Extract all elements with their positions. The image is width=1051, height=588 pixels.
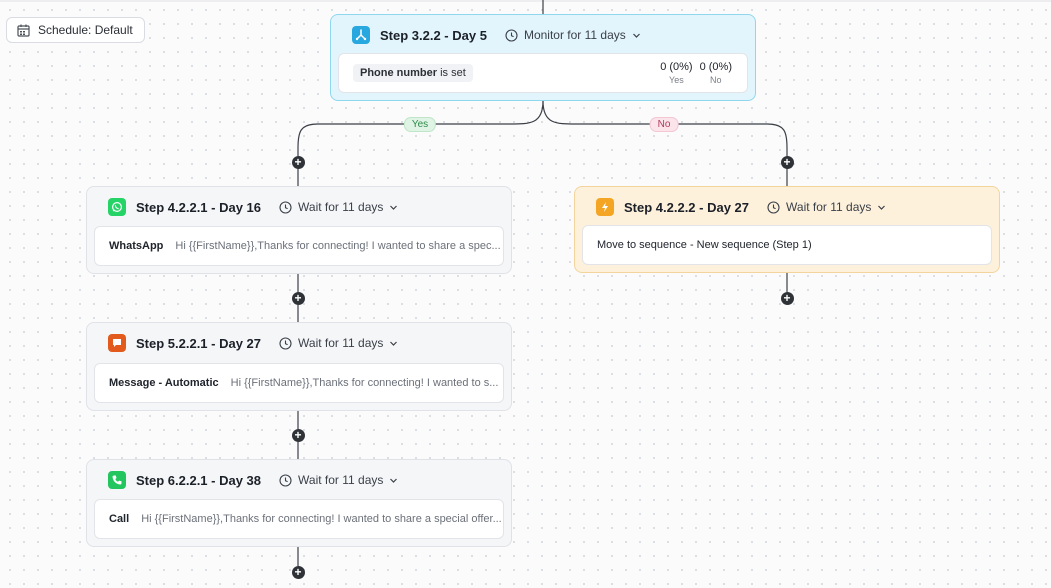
step-body[interactable]: Move to sequence - New sequence (Step 1): [582, 225, 992, 265]
stat-yes: 0 (0%) Yes: [660, 61, 692, 85]
branch-icon: [352, 26, 370, 44]
step-card-message[interactable]: Step 5.2.2.1 - Day 27 Wait for 11 days M…: [86, 322, 512, 411]
condition-stats: 0 (0%) Yes 0 (0%) No: [660, 61, 732, 85]
stat-no-label: No: [710, 75, 722, 85]
step-header: Step 4.2.2.2 - Day 27 Wait for 11 days: [575, 187, 999, 227]
wait-selector[interactable]: Wait for 11 days: [279, 473, 398, 487]
step-body[interactable]: Call Hi {{FirstName}},Thanks for connect…: [94, 499, 504, 539]
step-card-call[interactable]: Step 6.2.2.1 - Day 38 Wait for 11 days C…: [86, 459, 512, 547]
stat-no: 0 (0%) No: [700, 61, 732, 85]
step-title: Step 5.2.2.1 - Day 27: [136, 335, 262, 351]
step-body[interactable]: Message - Automatic Hi {{FirstName}},Tha…: [94, 363, 504, 403]
wait-selector[interactable]: Monitor for 11 days: [505, 28, 641, 42]
step-header: Step 3.2.2 - Day 5 Monitor for 11 days: [331, 15, 755, 55]
stat-no-value: 0 (0%): [699, 61, 732, 73]
clock-icon: [505, 28, 518, 42]
step-message-preview: Hi {{FirstName}},Thanks for connecting! …: [141, 513, 502, 525]
step-card-monitor[interactable]: Step 3.2.2 - Day 5 Monitor for 11 days P…: [330, 14, 756, 101]
wait-selector[interactable]: Wait for 11 days: [767, 200, 886, 214]
message-icon: [108, 334, 126, 352]
lightning-icon: [596, 198, 614, 216]
phone-icon: [108, 471, 126, 489]
condition-body[interactable]: Phone number is set 0 (0%) Yes 0 (0%) No: [338, 53, 748, 93]
clock-icon: [767, 200, 780, 214]
add-step-button[interactable]: +: [291, 565, 305, 579]
condition-chip: Phone number is set: [353, 64, 473, 82]
stat-yes-label: Yes: [669, 75, 684, 85]
step-title: Step 6.2.2.1 - Day 38: [136, 472, 262, 488]
step-header: Step 5.2.2.1 - Day 27 Wait for 11 days: [87, 323, 511, 363]
wait-selector[interactable]: Wait for 11 days: [279, 336, 398, 350]
add-step-button[interactable]: +: [291, 428, 305, 442]
chevron-down-icon: [632, 31, 641, 40]
wait-label: Wait for 11 days: [298, 473, 384, 487]
clock-icon: [279, 336, 292, 350]
chevron-down-icon: [389, 476, 398, 485]
step-title: Step 3.2.2 - Day 5: [380, 27, 487, 43]
whatsapp-icon: [108, 198, 126, 216]
add-step-button[interactable]: +: [780, 155, 794, 169]
clock-icon: [279, 473, 292, 487]
step-body[interactable]: WhatsApp Hi {{FirstName}},Thanks for con…: [94, 226, 504, 266]
step-title: Step 4.2.2.1 - Day 16: [136, 199, 262, 215]
step-title: Step 4.2.2.2 - Day 27: [624, 199, 750, 215]
chevron-down-icon: [877, 203, 886, 212]
branch-no-badge: No: [649, 117, 679, 132]
chevron-down-icon: [389, 339, 398, 348]
step-header: Step 4.2.2.1 - Day 16 Wait for 11 days: [87, 187, 511, 227]
condition-operator: is set: [440, 67, 466, 79]
wait-label: Wait for 11 days: [786, 200, 872, 214]
step-type-label: WhatsApp: [109, 240, 164, 252]
wait-label: Monitor for 11 days: [523, 28, 626, 42]
condition-field: Phone number: [360, 67, 438, 79]
add-step-button[interactable]: +: [780, 291, 794, 305]
step-type-label: Move to sequence - New sequence (Step 1): [597, 239, 812, 251]
step-message-preview: Hi {{FirstName}},Thanks for connecting! …: [175, 240, 501, 252]
clock-icon: [279, 200, 292, 214]
step-message-preview: Hi {{FirstName}},Thanks for connecting! …: [230, 377, 499, 389]
step-type-label: Message - Automatic: [109, 377, 219, 389]
step-header: Step 6.2.2.1 - Day 38 Wait for 11 days: [87, 460, 511, 500]
step-card-whatsapp[interactable]: Step 4.2.2.1 - Day 16 Wait for 11 days W…: [86, 186, 512, 274]
add-step-button[interactable]: +: [291, 291, 305, 305]
wait-label: Wait for 11 days: [298, 336, 384, 350]
step-card-sequence[interactable]: Step 4.2.2.2 - Day 27 Wait for 11 days M…: [574, 186, 1000, 273]
stat-yes-value: 0 (0%): [660, 61, 693, 73]
chevron-down-icon: [389, 203, 398, 212]
step-type-label: Call: [109, 513, 130, 525]
branch-yes-badge: Yes: [403, 117, 437, 132]
wait-selector[interactable]: Wait for 11 days: [279, 200, 398, 214]
wait-label: Wait for 11 days: [298, 200, 384, 214]
add-step-button[interactable]: +: [291, 155, 305, 169]
